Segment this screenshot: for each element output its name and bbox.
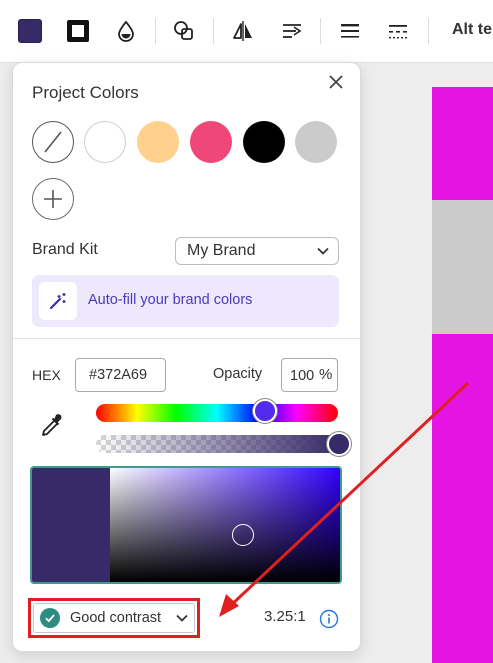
chevron-down-icon — [176, 614, 188, 622]
magic-wand-icon — [39, 282, 77, 320]
shape-overlap-icon[interactable] — [170, 17, 198, 45]
opacity-unit: % — [319, 366, 333, 383]
transparency-drop-icon[interactable] — [112, 17, 140, 45]
check-circle-icon — [40, 608, 60, 628]
opacity-slider-handle[interactable] — [327, 432, 351, 456]
opacity-value: 100 — [290, 368, 315, 384]
color-picker-box — [30, 466, 342, 584]
border-style-icon[interactable] — [64, 17, 92, 45]
opacity-label: Opacity — [213, 366, 263, 382]
opacity-input[interactable]: 100 % — [281, 358, 338, 392]
swatch-gray[interactable] — [295, 121, 337, 163]
contrast-ratio: 3.25:1 — [264, 608, 306, 625]
brand-kit-label: Brand Kit — [32, 241, 98, 258]
sv-black-layer — [110, 468, 340, 582]
canvas-gray-block[interactable] — [432, 200, 493, 334]
chevron-down-icon — [317, 247, 329, 255]
hex-label: HEX — [32, 367, 61, 383]
brand-kit-select[interactable]: My Brand — [175, 237, 339, 265]
toolbar: Alt te — [0, 0, 493, 63]
toolbar-divider — [320, 18, 321, 44]
toolbar-divider — [213, 18, 214, 44]
hex-input[interactable]: #372A69 — [75, 358, 166, 392]
line-weight-icon[interactable] — [336, 17, 364, 45]
swatch-pink[interactable] — [190, 121, 232, 163]
contrast-check-dropdown[interactable]: Good contrast — [28, 598, 200, 638]
project-colors-title: Project Colors — [32, 83, 139, 102]
fill-color-swatch-icon[interactable] — [16, 17, 44, 45]
autofill-brand-colors-button[interactable]: Auto-fill your brand colors — [32, 275, 339, 327]
canvas-magenta-block[interactable] — [432, 87, 493, 200]
swatch-peach[interactable] — [137, 121, 179, 163]
flip-icon[interactable] — [229, 17, 257, 45]
info-icon[interactable] — [319, 609, 339, 629]
section-divider — [13, 338, 360, 339]
autofill-label: Auto-fill your brand colors — [88, 292, 253, 308]
toolbar-divider — [155, 18, 156, 44]
dash-style-icon[interactable] — [384, 17, 412, 45]
swatch-white[interactable] — [84, 121, 126, 163]
align-icon[interactable] — [278, 17, 306, 45]
color-picker-panel: Project Colors Brand Kit My Brand Auto-f… — [12, 62, 361, 652]
toolbar-divider — [428, 18, 429, 44]
opacity-slider[interactable] — [96, 435, 338, 453]
brand-select-value: My Brand — [187, 242, 256, 259]
alt-text-button[interactable]: Alt te — [452, 21, 492, 39]
selected-color-preview — [32, 468, 110, 582]
swatch-black[interactable] — [243, 121, 285, 163]
plus-icon — [44, 190, 62, 208]
hue-slider[interactable] — [96, 404, 338, 422]
design-canvas[interactable] — [432, 87, 493, 663]
saturation-brightness-area[interactable] — [110, 468, 340, 582]
add-color-button[interactable] — [32, 178, 74, 220]
close-icon[interactable] — [325, 71, 347, 93]
eyedropper-icon[interactable] — [37, 410, 67, 440]
swatch-no-color[interactable] — [32, 121, 74, 163]
canvas-magenta-block[interactable] — [432, 334, 493, 663]
opacity-gradient — [96, 435, 338, 453]
contrast-label: Good contrast — [70, 610, 162, 626]
